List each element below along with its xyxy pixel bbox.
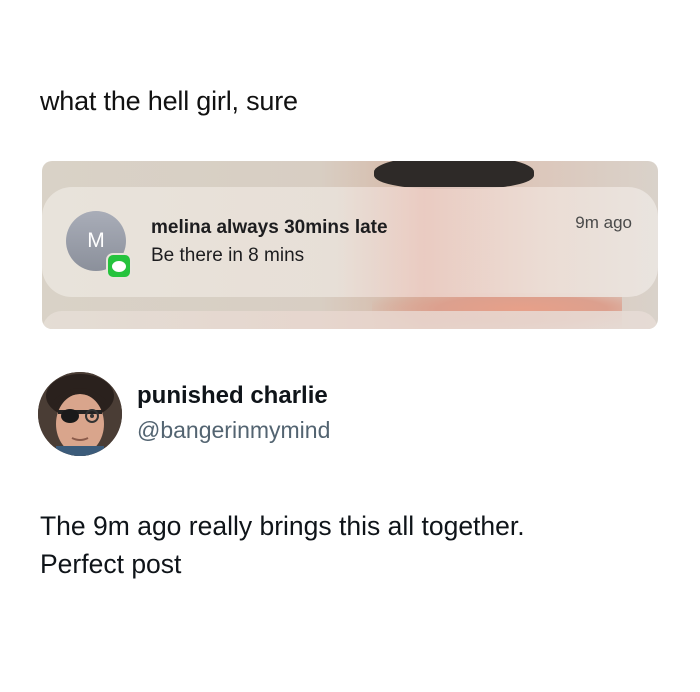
tweet-line: Perfect post bbox=[40, 549, 182, 579]
avatar[interactable] bbox=[38, 372, 122, 456]
user-handle[interactable]: @bangerinmymind bbox=[137, 417, 330, 444]
background-photo-hair bbox=[374, 161, 534, 189]
notification-message: Be there in 8 mins bbox=[151, 245, 305, 266]
tweet-line: The 9m ago really brings this all togeth… bbox=[40, 511, 525, 541]
stacked-notification[interactable] bbox=[42, 311, 658, 329]
notification-time: 9m ago bbox=[575, 213, 632, 232]
tweet-text: The 9m ago really brings this all togeth… bbox=[40, 507, 525, 583]
profile-photo-icon bbox=[38, 372, 122, 456]
notification-screenshot: M melina always 30mins late Be there in … bbox=[42, 161, 658, 329]
contact-initial: M bbox=[87, 229, 105, 252]
caption-text: what the hell girl, sure bbox=[40, 86, 298, 116]
display-name[interactable]: punished charlie bbox=[137, 382, 328, 410]
messages-icon bbox=[106, 253, 132, 279]
notification-card[interactable]: M melina always 30mins late Be there in … bbox=[42, 187, 658, 297]
notification-sender: melina always 30mins late bbox=[151, 217, 388, 238]
